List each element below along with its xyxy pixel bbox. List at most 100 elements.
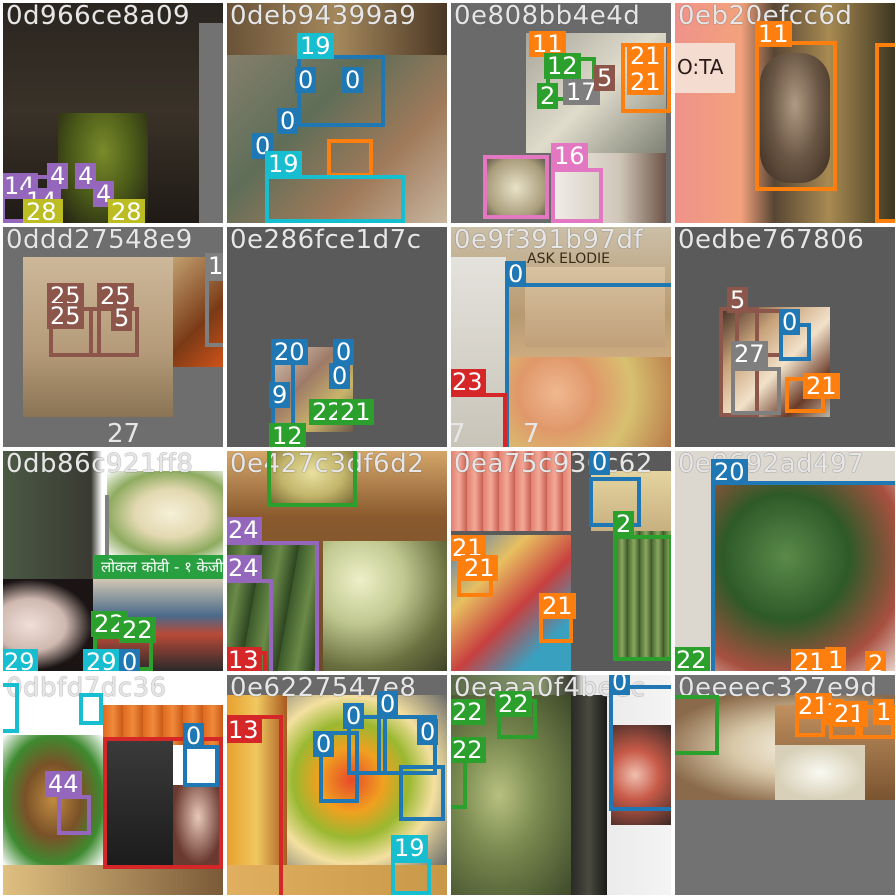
- class-label: 0: [329, 363, 351, 389]
- mosaic-grid: 0d966ce8a09 14 4 4 14 4 28 28 0deb94399a…: [0, 0, 896, 896]
- class-label: 13: [227, 717, 262, 743]
- bbox: [755, 41, 837, 191]
- class-label: 25: [47, 303, 84, 329]
- file-name: 0e9f391b97df: [454, 227, 644, 255]
- class-label: 29: [3, 649, 38, 671]
- class-label: 21: [803, 373, 840, 399]
- tile-14: 0e6227547e8 13 0 0 0 0 19: [227, 675, 447, 895]
- bbox: [609, 685, 671, 811]
- bbox: [551, 168, 603, 223]
- class-label: 0: [295, 67, 317, 93]
- bbox: [265, 175, 405, 223]
- class-label-outside: 7: [451, 419, 466, 447]
- class-label: 0: [313, 731, 335, 757]
- bbox: [79, 693, 103, 725]
- class-label: 16: [551, 143, 588, 169]
- class-label: 4: [47, 163, 69, 189]
- class-label: 0: [417, 719, 439, 745]
- melons-photo: [323, 541, 447, 671]
- file-name: 0ea75c930c62: [454, 451, 653, 479]
- bbox: [391, 859, 431, 895]
- tile-15: 0eaaa0f4beec 22 22 22 0: [451, 675, 671, 895]
- class-label: 21: [627, 69, 664, 95]
- class-label: 2: [537, 83, 559, 109]
- class-label: 2: [865, 651, 887, 671]
- class-label: 1: [825, 647, 847, 671]
- class-label: 9: [269, 382, 291, 408]
- class-label: 0: [505, 261, 527, 287]
- class-label: 22: [675, 647, 710, 671]
- tile-9: लोकल कोवी - १ केजी 0db86c921ff8 22 22 29…: [3, 451, 223, 671]
- class-label: 1: [205, 253, 223, 279]
- file-name: 0deb94399a9: [230, 3, 417, 31]
- file-name: 0e808bb4e4d: [454, 3, 641, 31]
- class-label: 21: [337, 399, 374, 425]
- class-label: 13: [227, 647, 262, 671]
- tile-11: 0ea75c930c62 0 2 21 21 21: [451, 451, 671, 671]
- class-label: 5: [594, 65, 616, 91]
- tile-12: 0e8692ad497 20 22 21 1 2: [675, 451, 895, 671]
- class-label: 29: [83, 649, 120, 671]
- class-label: 0: [377, 691, 399, 717]
- bbox: [675, 695, 719, 755]
- class-label: 21: [539, 593, 576, 619]
- class-label: 19: [391, 835, 428, 861]
- file-name: 0e8692ad497: [678, 451, 865, 479]
- class-label: 0: [609, 675, 631, 695]
- bbox: [483, 155, 549, 219]
- class-label: 22: [119, 617, 156, 643]
- bbox: [327, 139, 373, 177]
- bbox: [613, 535, 671, 661]
- bbox: [399, 765, 445, 821]
- tile-7: ASK ELODIE 0e9f391b97df 0 23 7 7: [451, 227, 671, 447]
- class-label: 5: [111, 305, 133, 331]
- class-label: 19: [265, 151, 302, 177]
- class-label: 20: [711, 459, 748, 485]
- class-label: 21: [627, 43, 664, 69]
- class-label: 22: [451, 737, 486, 763]
- bottle-photo: [571, 695, 607, 895]
- class-label: 0: [183, 723, 205, 749]
- class-label-outside: 7: [523, 419, 540, 447]
- tile-4: O:TA 0eb20efcc6d 11: [675, 3, 895, 223]
- tile-2: 0deb94399a9 19 0 0 0 0 19: [227, 3, 447, 223]
- tile-16: 0eeeec327e9d 21 1 21 1: [675, 675, 895, 895]
- bbox: [57, 795, 91, 835]
- class-label: 1: [873, 699, 895, 725]
- tile-13: 0dbfd7dc36 0 44: [3, 675, 223, 895]
- bbox: [3, 683, 19, 733]
- class-label: 0: [343, 703, 365, 729]
- bbox: [205, 277, 223, 347]
- tile-10: 0e427c3df6d2 24 24 13: [227, 451, 447, 671]
- class-label: 22: [495, 691, 532, 717]
- tile-3: 0e808bb4e4d 11 12 2 17 5 21 21 16: [451, 3, 671, 223]
- class-label: 28: [108, 199, 145, 223]
- class-label: 12: [544, 53, 581, 79]
- class-label: 28: [23, 199, 60, 223]
- bbox: [875, 43, 895, 223]
- file-name: 0ddd27548e9: [6, 227, 193, 255]
- sign-text: लोकल कोवी - १ केजी: [101, 558, 223, 576]
- class-label: 0: [779, 309, 801, 335]
- class-label: 24: [227, 517, 262, 543]
- class-label: 44: [45, 771, 82, 797]
- poster-text: O:TA: [677, 55, 724, 79]
- tile-1: 0d966ce8a09 14 4 4 14 4 28 28: [3, 3, 223, 223]
- class-label: 0: [277, 108, 299, 134]
- class-label: 23: [451, 369, 486, 395]
- tile-5: 0ddd27548e9 25 25 25 5 1 27: [3, 227, 223, 447]
- class-label: 11: [755, 21, 792, 47]
- bbox: [183, 745, 219, 787]
- class-label: 27: [731, 341, 768, 367]
- class-label: 20: [271, 339, 308, 365]
- file-name: 0db86c921ff8: [6, 451, 194, 479]
- class-label: 0: [342, 67, 364, 93]
- class-label: 19: [297, 33, 334, 59]
- class-label: 21: [461, 555, 498, 581]
- bbox: [711, 481, 895, 671]
- file-name: 0edbe767806: [678, 227, 865, 255]
- tile-6: 0e286fce1d7c 20 0 0 9 22 21 12: [227, 227, 447, 447]
- class-label: 12: [269, 423, 306, 447]
- class-label: 22: [451, 699, 486, 725]
- cauliflower-photo: [107, 471, 223, 556]
